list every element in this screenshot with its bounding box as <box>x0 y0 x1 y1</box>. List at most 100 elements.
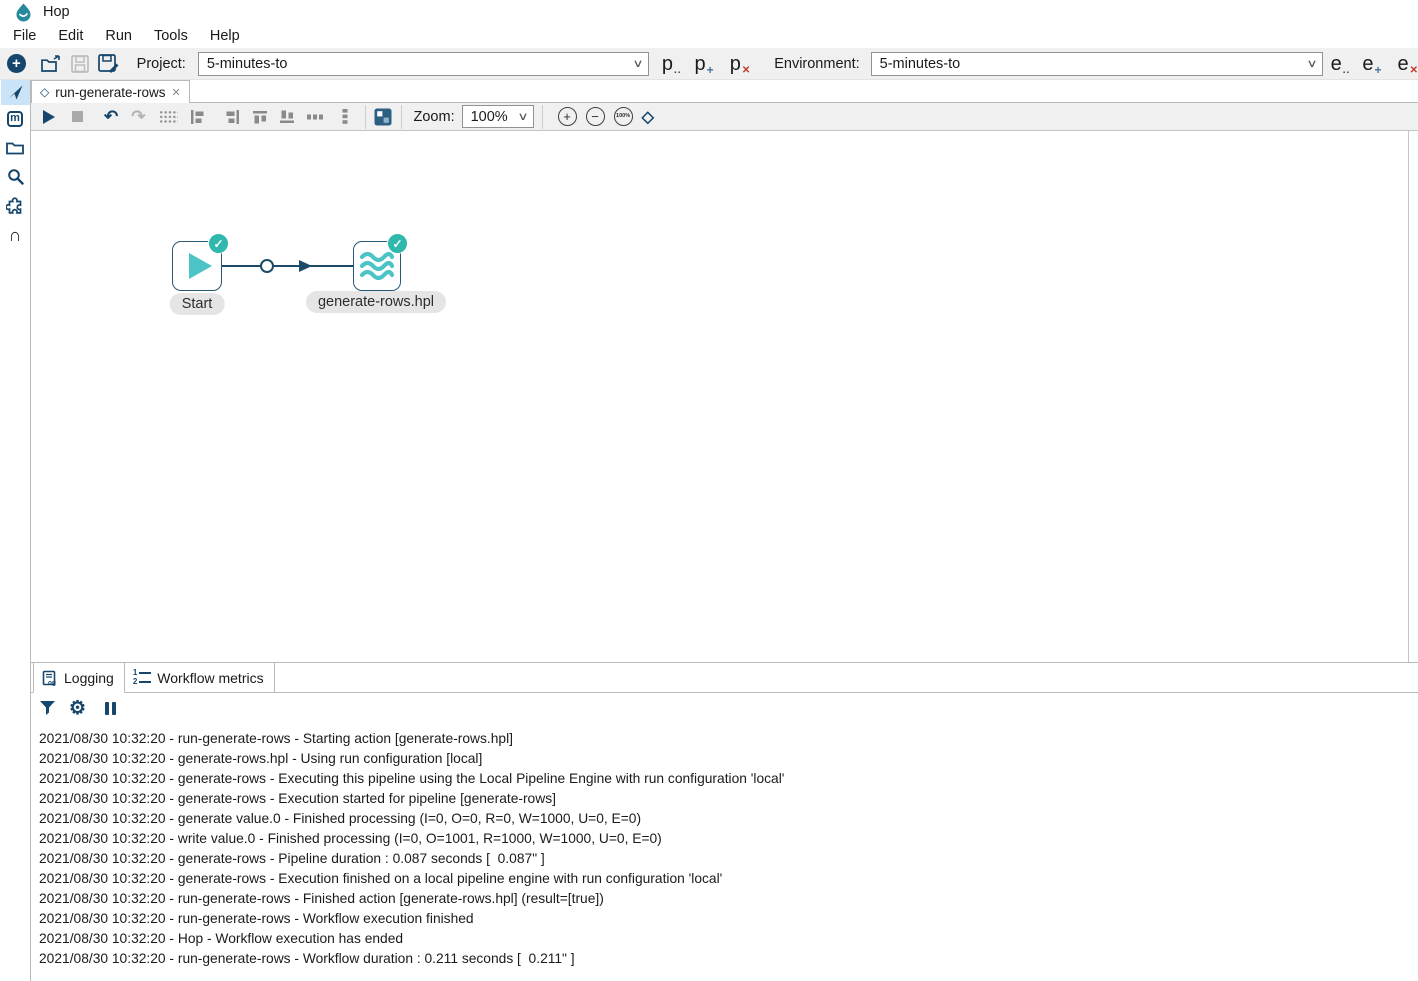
workflow-tab-title: run-generate-rows <box>55 85 165 100</box>
tab-logging-label: Logging <box>64 670 114 686</box>
log-icon: og <box>42 670 58 686</box>
data-orchestration-perspective[interactable] <box>1 80 30 105</box>
align-right-button[interactable] <box>225 109 241 125</box>
success-check-badge: ✓ <box>387 233 408 254</box>
zoom-100-button[interactable]: 100% <box>614 107 633 126</box>
chevron-down-icon: ∨ <box>632 57 643 70</box>
tab-workflow-metrics[interactable]: 1 2 Workflow metrics <box>125 663 275 692</box>
zoom-value: 100% <box>471 109 508 125</box>
pipeline-node-label: generate-rows.hpl <box>306 291 446 313</box>
save-as-button[interactable] <box>98 51 119 77</box>
diamond-icon: ◇ <box>642 109 654 126</box>
zoom-combo[interactable]: 100% ∨ <box>462 105 534 128</box>
log-line: 2021/08/30 10:32:20 - write value.0 - Fi… <box>39 829 1418 849</box>
project-label: Project: <box>137 56 186 72</box>
align-top-button[interactable] <box>252 109 268 125</box>
menu-edit[interactable]: Edit <box>47 26 94 46</box>
start-node-label: Start <box>170 293 225 315</box>
zoom-100-icon: 100% <box>616 114 630 120</box>
log-toolbar: ⚙ <box>31 693 1418 723</box>
file-explorer-perspective[interactable] <box>1 135 30 160</box>
menu-bar: File Edit Run Tools Help <box>0 24 1418 48</box>
log-line: 2021/08/30 10:32:20 - generate-rows - Ex… <box>39 769 1418 789</box>
log-line: 2021/08/30 10:32:20 - generate-rows - Ex… <box>39 789 1418 809</box>
log-line: 2021/08/30 10:32:20 - run-generate-rows … <box>39 909 1418 929</box>
edit-dots-icon: .. <box>1343 66 1351 76</box>
log-line: 2021/08/30 10:32:20 - run-generate-rows … <box>39 949 1418 969</box>
distribute-horizontally-button[interactable] <box>306 110 324 124</box>
hop-link <box>222 265 353 267</box>
log-line: 2021/08/30 10:32:20 - run-generate-rows … <box>39 729 1418 749</box>
metrics-list-icon: 1 2 <box>133 669 151 687</box>
show-grid-button[interactable] <box>159 110 178 124</box>
pipeline-action-node[interactable]: ✓ <box>353 241 401 291</box>
cross-icon: ✕ <box>1410 66 1418 76</box>
environment-value: 5-minutes-to <box>880 56 961 72</box>
close-icon[interactable]: ✕ <box>172 86 181 99</box>
success-check-badge: ✓ <box>208 233 229 254</box>
workflow-tab[interactable]: ◇ run-generate-rows ✕ <box>31 80 190 103</box>
search-icon <box>7 168 24 185</box>
stop-workflow-button[interactable] <box>72 111 83 122</box>
redo-button[interactable]: ↷ <box>131 108 145 125</box>
environment-combo[interactable]: 5-minutes-to ∨ <box>871 52 1323 76</box>
plus-icon: + <box>563 110 571 123</box>
tab-logging[interactable]: og Logging <box>33 663 125 693</box>
folder-icon <box>6 140 24 155</box>
edit-environment-button[interactable]: e .. <box>1331 54 1351 74</box>
pipeline-waves-icon <box>359 250 395 282</box>
filter-log-button[interactable] <box>39 700 56 716</box>
plus-icon: + <box>707 64 714 76</box>
align-left-button[interactable] <box>189 109 205 125</box>
save-button[interactable] <box>71 51 89 77</box>
menu-tools[interactable]: Tools <box>143 26 199 46</box>
chevron-down-icon: ∨ <box>1306 57 1317 70</box>
menu-file[interactable]: File <box>2 26 47 46</box>
add-environment-button[interactable]: e + <box>1362 54 1381 74</box>
plugins-perspective[interactable] <box>1 193 30 218</box>
title-bar: Hop <box>0 0 1418 24</box>
delete-project-button[interactable]: p ✕ <box>730 54 751 74</box>
run-workflow-button[interactable] <box>43 110 55 124</box>
results-tabstrip: og Logging 1 2 Workflow metrics <box>31 663 1418 693</box>
check-icon: ✓ <box>213 237 223 251</box>
log-line: 2021/08/30 10:32:20 - generate value.0 -… <box>39 809 1418 829</box>
menu-help[interactable]: Help <box>199 26 251 46</box>
start-play-icon <box>189 253 212 279</box>
log-settings-gear-icon[interactable]: ⚙ <box>69 699 86 718</box>
chevron-down-icon: ∨ <box>517 110 528 123</box>
cross-icon: ✕ <box>742 66 750 76</box>
project-value: 5-minutes-to <box>207 56 288 72</box>
start-action-node[interactable]: ✓ <box>172 241 222 291</box>
zoom-in-button[interactable]: + <box>558 107 577 126</box>
snap-to-grid-button[interactable] <box>374 108 392 126</box>
search-perspective[interactable] <box>1 164 30 189</box>
project-combo[interactable]: 5-minutes-to ∨ <box>198 52 649 76</box>
neo4j-perspective[interactable]: ∩ « <box>1 222 30 247</box>
new-item-button[interactable]: + <box>7 54 26 73</box>
zoom-label: Zoom: <box>414 109 455 125</box>
save-icon <box>71 55 89 73</box>
edit-project-button[interactable]: p .. <box>662 54 682 74</box>
metadata-m-icon: m <box>7 111 23 127</box>
plus-icon: + <box>1374 64 1381 76</box>
open-file-button[interactable] <box>41 51 63 77</box>
align-bottom-button[interactable] <box>279 109 295 125</box>
workflow-canvas[interactable]: ✓ Start ✓ generate-rows.hpl <box>31 131 1409 662</box>
svg-text:og: og <box>48 679 56 686</box>
menu-run[interactable]: Run <box>94 26 143 46</box>
distribute-vertically-button[interactable] <box>338 108 352 125</box>
paper-plane-icon <box>7 84 24 101</box>
document-tabstrip: ◇ run-generate-rows ✕ <box>31 80 1418 103</box>
main-area: m ∩ « ◇ run-generate- <box>0 80 1418 981</box>
fit-to-screen-button[interactable]: ◇ <box>642 107 654 127</box>
undo-button[interactable]: ↶ <box>104 108 118 125</box>
zoom-out-button[interactable]: − <box>586 107 605 126</box>
metadata-perspective[interactable]: m <box>1 106 30 131</box>
pause-log-button[interactable] <box>105 702 116 715</box>
hop-link-arrow-icon <box>299 260 312 272</box>
log-output[interactable]: 2021/08/30 10:32:20 - run-generate-rows … <box>31 723 1418 981</box>
delete-environment-button[interactable]: e ✕ <box>1397 54 1418 74</box>
save-as-icon <box>98 54 119 73</box>
add-project-button[interactable]: p + <box>695 54 714 74</box>
